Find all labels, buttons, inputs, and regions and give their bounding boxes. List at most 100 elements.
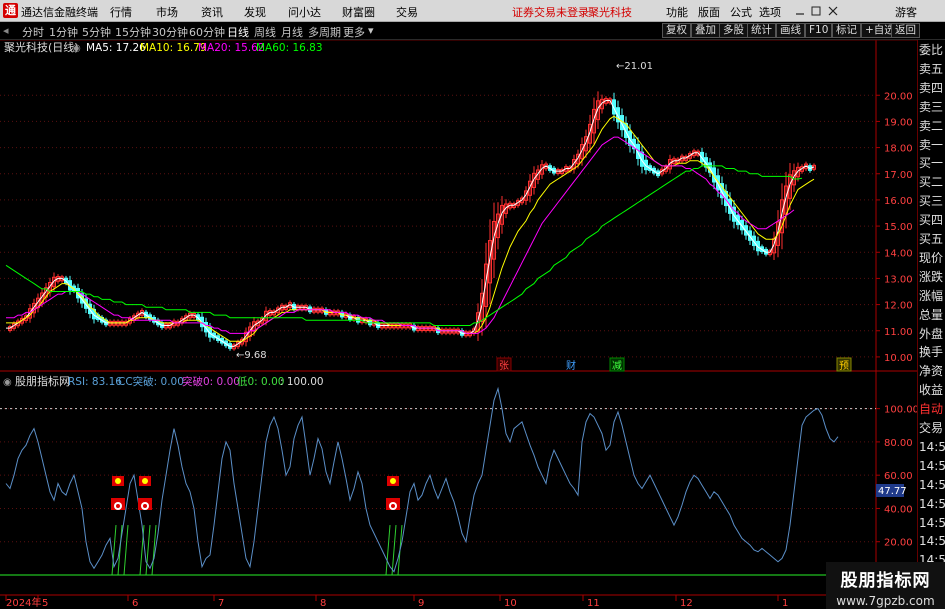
sidebar-item[interactable]: 委比 — [919, 42, 945, 62]
menu-item-layout[interactable]: 版面 — [698, 4, 720, 20]
sidebar-item[interactable]: 买五 — [919, 231, 945, 251]
sidebar-item[interactable]: 自动 — [919, 401, 945, 421]
price-tick-label: 13.00 — [884, 274, 913, 285]
timeframe-tab-more[interactable]: 更多 — [343, 24, 365, 40]
sidebar-item[interactable]: 卖一 — [919, 137, 945, 157]
menu-item-trade[interactable]: 交易 — [396, 4, 418, 20]
sidebar-item[interactable]: 14:56 — [919, 515, 945, 535]
menu-item-discover[interactable]: 发现 — [244, 4, 266, 20]
sidebar-item[interactable]: 14:56 — [919, 496, 945, 516]
sidebar-item[interactable]: 卖二 — [919, 118, 945, 138]
watermark-logo: 股朋指标网 www.7gpzb.com — [826, 562, 945, 609]
menu-item-ask-xiaoda[interactable]: 问小达 — [288, 4, 321, 20]
current-stock-name: 聚光科技 — [588, 6, 632, 19]
x-axis-label: 2024年 — [6, 596, 41, 609]
sidebar-item[interactable]: 卖三 — [919, 99, 945, 119]
signal-label[interactable]: 财 — [566, 359, 576, 372]
indicator-tick-label: 20.00 — [884, 538, 913, 549]
price-tick-label: 19.00 — [884, 117, 913, 128]
sidebar-item[interactable]: 买三 — [919, 193, 945, 213]
sidebar-item[interactable]: 14:56 — [919, 439, 945, 459]
stock-title[interactable]: 聚光科技(日线) — [4, 40, 79, 54]
settings-dropdown-icon[interactable]: ◉ — [3, 377, 12, 388]
signal-label: 预 — [839, 360, 849, 372]
login-status[interactable]: 证券交易未登录 — [512, 4, 589, 20]
event-signals: 张 财 减 预 — [496, 357, 852, 372]
sidebar-item[interactable]: 涨幅 — [919, 288, 945, 308]
app-title: 通达信金融终端 — [21, 6, 98, 19]
x-axis-label: 5 — [42, 598, 48, 609]
sidebar-item[interactable]: 买二 — [919, 174, 945, 194]
price-annotations: ←21.01 ←9.68 — [236, 61, 653, 361]
timeframe-tab-60min[interactable]: 60分钟 — [189, 24, 225, 40]
menu-item-wealth-circle[interactable]: 财富圈 — [342, 4, 375, 20]
sidebar-item[interactable]: 买一 — [919, 155, 945, 175]
timeframe-tab-multi-period[interactable]: 多周期 — [308, 24, 341, 40]
sidebar-item[interactable]: 现价 — [919, 250, 945, 270]
collapse-icon[interactable]: ◂ — [3, 24, 9, 37]
sidebar-item[interactable]: 换手 — [919, 344, 945, 364]
signal-bar — [139, 525, 145, 576]
menu-item-options[interactable]: 选项 — [759, 4, 781, 20]
timeframe-tab-monthly[interactable]: 月线 — [281, 24, 303, 40]
timeframe-tab-5min[interactable]: 5分钟 — [82, 24, 111, 40]
timeframe-tab-1min[interactable]: 1分钟 — [49, 24, 78, 40]
x-axis-label: 8 — [320, 598, 326, 609]
price-tick-label: 12.00 — [884, 301, 913, 312]
rsi-series-line — [5, 386, 839, 573]
overlay-button[interactable]: 叠加 — [691, 23, 720, 38]
menu-item-market-quote[interactable]: 行情 — [110, 4, 132, 20]
back-button[interactable]: 返回 — [891, 23, 920, 38]
ma60-legend: MA60: 16.83 — [256, 42, 323, 54]
chevron-down-icon[interactable]: ▾ — [368, 24, 374, 37]
timeframe-tab-weekly[interactable]: 周线 — [254, 24, 276, 40]
indicator-title[interactable]: 股朋指标网 — [15, 374, 70, 388]
menu-item-market[interactable]: 市场 — [156, 4, 178, 20]
current-value-text: 47.77 — [878, 486, 907, 497]
menu-item-formula[interactable]: 公式 — [730, 4, 752, 20]
guest-user[interactable]: 游客 — [895, 4, 917, 20]
price-tick-label: 17.00 — [884, 170, 913, 181]
cc-breakout-value: CC突破: 0.00 — [118, 375, 184, 388]
sidebar-item[interactable]: 净资 — [919, 363, 945, 383]
timeframe-tab-30min[interactable]: 30分钟 — [152, 24, 188, 40]
buy-signal-marker-icon — [386, 476, 400, 510]
sidebar-item[interactable]: 卖五 — [919, 61, 945, 81]
candlesticks — [8, 91, 816, 351]
sidebar-item[interactable]: 总量 — [919, 307, 945, 327]
buy-signal-marker-icon — [138, 476, 152, 510]
sidebar-item[interactable]: 14:56 — [919, 458, 945, 478]
x-axis-labels: 2024年 5 6 7 8 9 10 11 12 1 — [5, 595, 788, 609]
sidebar-item[interactable]: 14:56 — [919, 533, 945, 553]
low-price-label: ←9.68 — [236, 350, 267, 361]
statistics-button[interactable]: 统计 — [747, 23, 776, 38]
close-icon[interactable] — [828, 6, 838, 16]
quote-sidebar: 委比 卖五 卖四 卖三 卖二 卖一 买一 买二 买三 买四 买五 现价 涨跌 涨幅 总量 外盘 换手 净资 收益 自动… — [917, 40, 945, 609]
sidebar-item[interactable]: 涨跌 — [919, 269, 945, 289]
timeframe-tab-daily[interactable]: 日线 — [227, 24, 249, 40]
adjust-rights-button[interactable]: 复权 — [662, 23, 691, 38]
f10-button[interactable]: F10 — [805, 23, 833, 38]
chart-area[interactable]: 聚光科技(日线) ◉ MA5: 17.26 MA10: 16.79 MA20: … — [0, 40, 917, 609]
timeframe-tab-intraday[interactable]: 分时 — [22, 24, 44, 40]
sidebar-item[interactable]: 买四 — [919, 212, 945, 232]
x-axis-label: 9 — [418, 598, 424, 609]
sidebar-item[interactable]: 14:56 — [919, 477, 945, 497]
timeframe-tab-15min[interactable]: 15分钟 — [115, 24, 151, 40]
settings-dropdown-icon[interactable]: ◉ — [72, 43, 81, 54]
maximize-icon[interactable] — [811, 6, 821, 16]
multi-stock-button[interactable]: 多股 — [719, 23, 748, 38]
high-price-label: ←21.01 — [616, 61, 653, 72]
sidebar-item[interactable]: 卖四 — [919, 80, 945, 100]
signal-label: 张 — [499, 360, 509, 372]
sidebar-item[interactable]: 外盘 — [919, 326, 945, 346]
x-axis-label: 7 — [218, 598, 224, 609]
sidebar-item[interactable]: 收益 — [919, 382, 945, 402]
menu-item-functions[interactable]: 功能 — [666, 4, 688, 20]
ma-line-ma5 — [6, 100, 815, 347]
sidebar-item[interactable]: 交易 — [919, 420, 945, 440]
signal-label: 减 — [612, 360, 622, 372]
menu-item-news[interactable]: 资讯 — [201, 4, 223, 20]
mark-button[interactable]: 标记 — [832, 23, 861, 38]
draw-line-button[interactable]: 画线 — [776, 23, 805, 38]
